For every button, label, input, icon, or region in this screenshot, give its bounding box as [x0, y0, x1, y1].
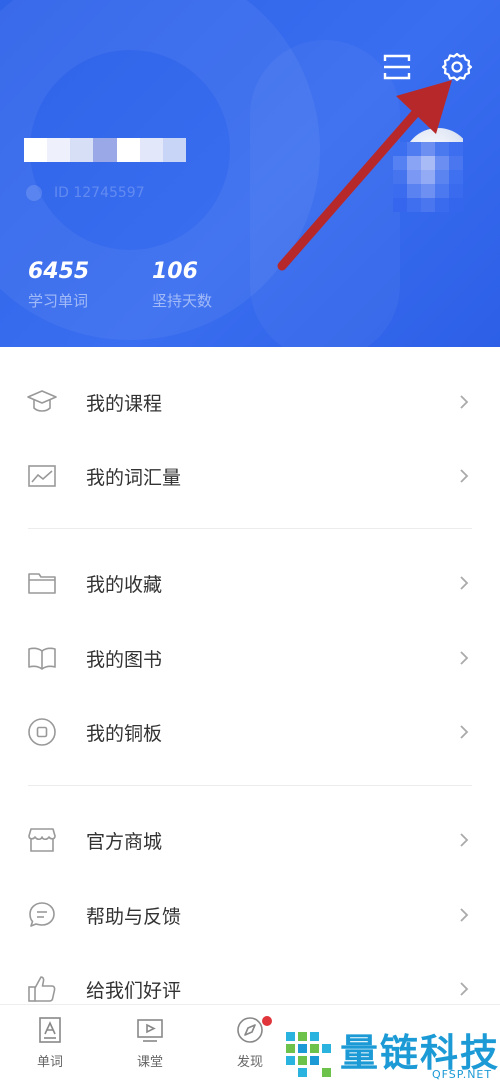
menu-item-label: 帮助与反馈	[86, 905, 182, 928]
menu-item-label: 我的课程	[86, 392, 163, 415]
chevron-right-icon	[460, 833, 469, 847]
menu-item-store[interactable]: 官方商城	[0, 803, 500, 877]
menu-item-label: 我的图书	[86, 648, 163, 671]
folder-icon	[28, 573, 56, 594]
menu-item-coins[interactable]: 我的铜板	[0, 695, 500, 769]
menu-item-label: 我的铜板	[86, 722, 163, 745]
menu-item-label: 给我们好评	[86, 979, 182, 1002]
video-screen-icon	[137, 1019, 163, 1042]
tab-words[interactable]: 单词	[20, 1015, 80, 1070]
profile-header: ID 12745597 6455 学习单词 106 坚持天数	[0, 0, 500, 347]
compass-icon	[237, 1017, 263, 1043]
chevron-right-icon	[460, 651, 469, 665]
watermark-logo	[286, 1032, 331, 1077]
menu-item-label: 官方商城	[86, 830, 163, 853]
chevron-right-icon	[460, 395, 469, 409]
annotation-arrow	[277, 80, 452, 271]
tab-label: 单词	[36, 1055, 63, 1070]
tab-label: 发现	[236, 1055, 263, 1070]
coin-icon	[28, 718, 56, 746]
menu-item-courses[interactable]: 我的课程	[0, 365, 500, 439]
chevron-right-icon	[460, 908, 469, 922]
notification-badge	[262, 1016, 272, 1026]
menu-item-favorites[interactable]: 我的收藏	[0, 546, 500, 620]
menu-item-label: 我的收藏	[86, 573, 163, 596]
thumbs-up-icon	[28, 976, 56, 1002]
section-divider	[28, 528, 472, 529]
menu-item-label: 我的词汇量	[86, 466, 182, 489]
menu-item-books[interactable]: 我的图书	[0, 621, 500, 695]
chevron-right-icon	[460, 725, 469, 739]
tab-label: 课堂	[136, 1055, 163, 1070]
store-icon	[28, 828, 56, 852]
line-chart-icon	[28, 465, 56, 487]
watermark-subtitle: QFSP.NET	[432, 1068, 493, 1081]
graduation-cap-icon	[27, 390, 57, 412]
menu-item-vocabulary[interactable]: 我的词汇量	[0, 439, 500, 513]
chevron-right-icon	[460, 469, 469, 483]
watermark: 量链科技 QFSP.NET	[280, 1020, 500, 1084]
chat-bubble-icon	[29, 902, 55, 927]
open-book-icon	[28, 647, 56, 670]
menu-item-help[interactable]: 帮助与反馈	[0, 878, 500, 952]
section-divider	[28, 785, 472, 786]
tab-classroom[interactable]: 课堂	[120, 1015, 180, 1070]
chevron-right-icon	[460, 982, 469, 996]
word-card-icon	[39, 1017, 61, 1043]
chevron-right-icon	[460, 576, 469, 590]
